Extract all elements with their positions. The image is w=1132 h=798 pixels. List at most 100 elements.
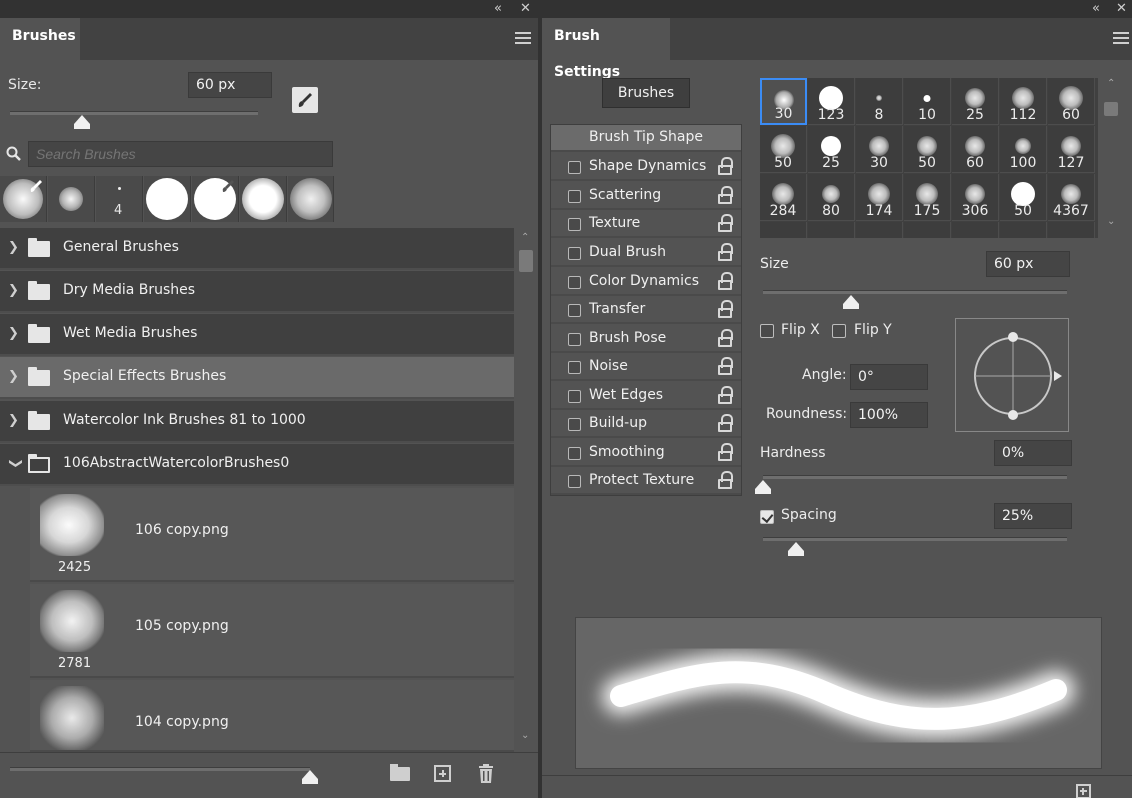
lock-icon[interactable] bbox=[718, 186, 733, 204]
option-checkbox[interactable] bbox=[568, 276, 581, 289]
lock-icon[interactable] bbox=[718, 272, 733, 290]
option-wet-edges[interactable]: Wet Edges bbox=[551, 383, 741, 410]
brush-tip-cell[interactable] bbox=[1000, 222, 1047, 238]
brush-item[interactable]: 2781 105 copy.png bbox=[30, 584, 514, 678]
brush-tip-cell[interactable]: 10 bbox=[904, 78, 951, 125]
option-checkbox[interactable] bbox=[568, 418, 581, 431]
hardness-slider-track[interactable] bbox=[763, 475, 1067, 479]
option-brush-tip-shape[interactable]: Brush Tip Shape bbox=[551, 125, 741, 152]
brush-group-dry-media[interactable]: ❯ Dry Media Brushes bbox=[0, 271, 514, 313]
scrollbar-thumb[interactable] bbox=[1104, 102, 1118, 116]
lock-icon[interactable] bbox=[718, 300, 733, 318]
brush-tip-cell[interactable]: 50 bbox=[760, 126, 807, 173]
lock-icon[interactable] bbox=[718, 386, 733, 404]
brush-group-special-effects[interactable]: ❯ Special Effects Brushes bbox=[0, 357, 514, 399]
roundness-input[interactable]: 100% bbox=[850, 402, 928, 428]
scrollbar-thumb[interactable] bbox=[519, 250, 533, 272]
brush-list-scrollbar[interactable]: ⌃ ⌄ bbox=[516, 228, 536, 750]
brush-group-wet-media[interactable]: ❯ Wet Media Brushes bbox=[0, 314, 514, 356]
scroll-down-icon[interactable]: ⌄ bbox=[1107, 216, 1115, 227]
option-checkbox[interactable] bbox=[568, 475, 581, 488]
flip-y-checkbox[interactable] bbox=[832, 324, 846, 338]
tab-brushes[interactable]: Brushes bbox=[0, 18, 80, 60]
chevron-right-icon[interactable]: ❯ bbox=[8, 369, 19, 384]
brush-tip-cell[interactable] bbox=[1048, 222, 1095, 238]
size-input[interactable]: 60 px bbox=[986, 251, 1070, 277]
preset-brush-5[interactable] bbox=[192, 176, 239, 222]
brush-tip-cell[interactable] bbox=[856, 222, 903, 238]
brush-tip-cell[interactable]: 100 bbox=[1000, 126, 1047, 173]
preset-brush-3[interactable]: 4 bbox=[96, 176, 143, 222]
brush-tip-cell[interactable]: 25 bbox=[952, 78, 999, 125]
flip-x-checkbox[interactable] bbox=[760, 324, 774, 338]
option-texture[interactable]: Texture bbox=[551, 211, 741, 238]
preset-brush-1[interactable] bbox=[0, 176, 47, 222]
option-dual-brush[interactable]: Dual Brush bbox=[551, 240, 741, 267]
scroll-down-icon[interactable]: ⌄ bbox=[521, 730, 529, 741]
close-panel-icon[interactable]: ✕ bbox=[1116, 0, 1127, 18]
panel-menu-icon[interactable] bbox=[515, 32, 531, 44]
option-build-up[interactable]: Build-up bbox=[551, 411, 741, 438]
preset-brush-7[interactable] bbox=[288, 176, 334, 222]
size-slider-track[interactable] bbox=[10, 111, 258, 115]
new-brush-icon[interactable] bbox=[434, 765, 451, 782]
chevron-right-icon[interactable]: ❯ bbox=[8, 240, 19, 255]
lock-icon[interactable] bbox=[718, 243, 733, 261]
brush-tip-cell[interactable] bbox=[808, 222, 855, 238]
tab-brush-settings[interactable]: Brush Settings bbox=[542, 18, 670, 80]
brushes-button[interactable]: Brushes bbox=[602, 78, 690, 108]
spacing-input[interactable]: 25% bbox=[994, 503, 1072, 529]
hardness-input[interactable]: 0% bbox=[994, 440, 1072, 466]
chevron-down-icon[interactable]: ❯ bbox=[8, 458, 23, 469]
angle-roundness-widget[interactable] bbox=[955, 318, 1069, 432]
brush-tip-cell[interactable]: 123 bbox=[808, 78, 855, 125]
spacing-slider-track[interactable] bbox=[763, 537, 1067, 541]
close-panel-icon[interactable]: ✕ bbox=[520, 0, 531, 18]
option-noise[interactable]: Noise bbox=[551, 354, 741, 381]
option-checkbox[interactable] bbox=[568, 361, 581, 374]
collapse-panel-icon[interactable]: « bbox=[1092, 0, 1100, 18]
option-transfer[interactable]: Transfer bbox=[551, 297, 741, 324]
brush-group-watercolor-ink[interactable]: ❯ Watercolor Ink Brushes 81 to 1000 bbox=[0, 401, 514, 443]
brush-tip-cell[interactable] bbox=[904, 222, 951, 238]
option-checkbox[interactable] bbox=[568, 247, 581, 260]
brush-tip-cell[interactable]: 4367 bbox=[1048, 174, 1095, 221]
thumbnail-size-track[interactable] bbox=[10, 767, 310, 771]
brush-tip-cell[interactable]: 112 bbox=[1000, 78, 1047, 125]
brush-tip-cell[interactable]: 30 bbox=[760, 78, 807, 125]
brush-tip-cell[interactable]: 8 bbox=[856, 78, 903, 125]
brush-item[interactable]: 104 copy.png bbox=[30, 680, 514, 752]
chevron-right-icon[interactable]: ❯ bbox=[8, 283, 19, 298]
brush-tip-cell[interactable]: 284 bbox=[760, 174, 807, 221]
brush-tip-cell[interactable]: 25 bbox=[808, 126, 855, 173]
option-checkbox[interactable] bbox=[568, 190, 581, 203]
delete-brush-icon[interactable] bbox=[478, 764, 494, 783]
brush-tip-cell[interactable]: 60 bbox=[1048, 78, 1095, 125]
brush-tip-cell[interactable]: 306 bbox=[952, 174, 999, 221]
collapse-panel-icon[interactable]: « bbox=[494, 0, 502, 18]
preset-brush-4[interactable] bbox=[144, 176, 191, 222]
option-checkbox[interactable] bbox=[568, 447, 581, 460]
brush-tool-icon[interactable] bbox=[292, 87, 318, 113]
option-scattering[interactable]: Scattering bbox=[551, 183, 741, 210]
create-new-brush-icon[interactable] bbox=[1076, 784, 1091, 798]
preset-brush-2[interactable] bbox=[48, 176, 95, 222]
lock-icon[interactable] bbox=[718, 471, 733, 489]
spacing-checkbox[interactable] bbox=[760, 510, 774, 524]
new-group-folder-icon[interactable] bbox=[390, 764, 410, 781]
lock-icon[interactable] bbox=[718, 357, 733, 375]
option-smoothing[interactable]: Smoothing bbox=[551, 440, 741, 467]
chevron-right-icon[interactable]: ❯ bbox=[8, 413, 19, 428]
brush-group-abstract-watercolor[interactable]: ❯ 106AbstractWatercolorBrushes0 bbox=[0, 444, 514, 486]
lock-icon[interactable] bbox=[718, 414, 733, 432]
lock-icon[interactable] bbox=[718, 443, 733, 461]
brush-group-general[interactable]: ❯ General Brushes bbox=[0, 228, 514, 270]
scroll-up-icon[interactable]: ⌃ bbox=[521, 232, 529, 243]
brush-tip-cell[interactable]: 80 bbox=[808, 174, 855, 221]
scroll-up-icon[interactable]: ⌃ bbox=[1107, 78, 1115, 89]
option-checkbox[interactable] bbox=[568, 390, 581, 403]
search-brushes-input[interactable] bbox=[28, 141, 333, 167]
brush-tip-cell[interactable]: 60 bbox=[952, 126, 999, 173]
option-checkbox[interactable] bbox=[568, 161, 581, 174]
option-shape-dynamics[interactable]: Shape Dynamics bbox=[551, 154, 741, 181]
